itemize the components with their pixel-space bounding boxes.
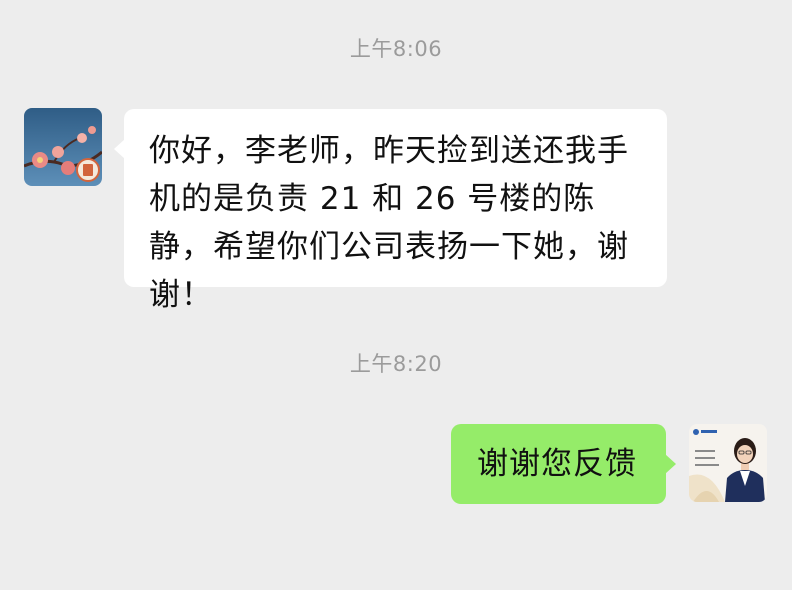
incoming-message-bubble[interactable]: 你好，李老师，昨天捡到送还我手机的是负责 21 和 26 号楼的陈静，希望你们公… [114,109,667,313]
bubble-tail [114,139,125,159]
incoming-message-text: 你好，李老师，昨天捡到送还我手机的是负责 21 和 26 号楼的陈静，希望你们公… [149,133,629,313]
message-timestamp: 上午8:06 [349,37,443,61]
message-timestamp: 上午8:20 [349,352,443,376]
plum-blossom-icon [24,108,102,186]
contact-avatar[interactable] [24,108,102,186]
business-card-icon [689,424,767,502]
bubble-tail [665,454,676,474]
user-avatar[interactable] [689,424,767,502]
outgoing-message-text: 谢谢您反馈 [477,446,637,482]
outgoing-message-bubble[interactable]: 谢谢您反馈 [451,424,676,504]
